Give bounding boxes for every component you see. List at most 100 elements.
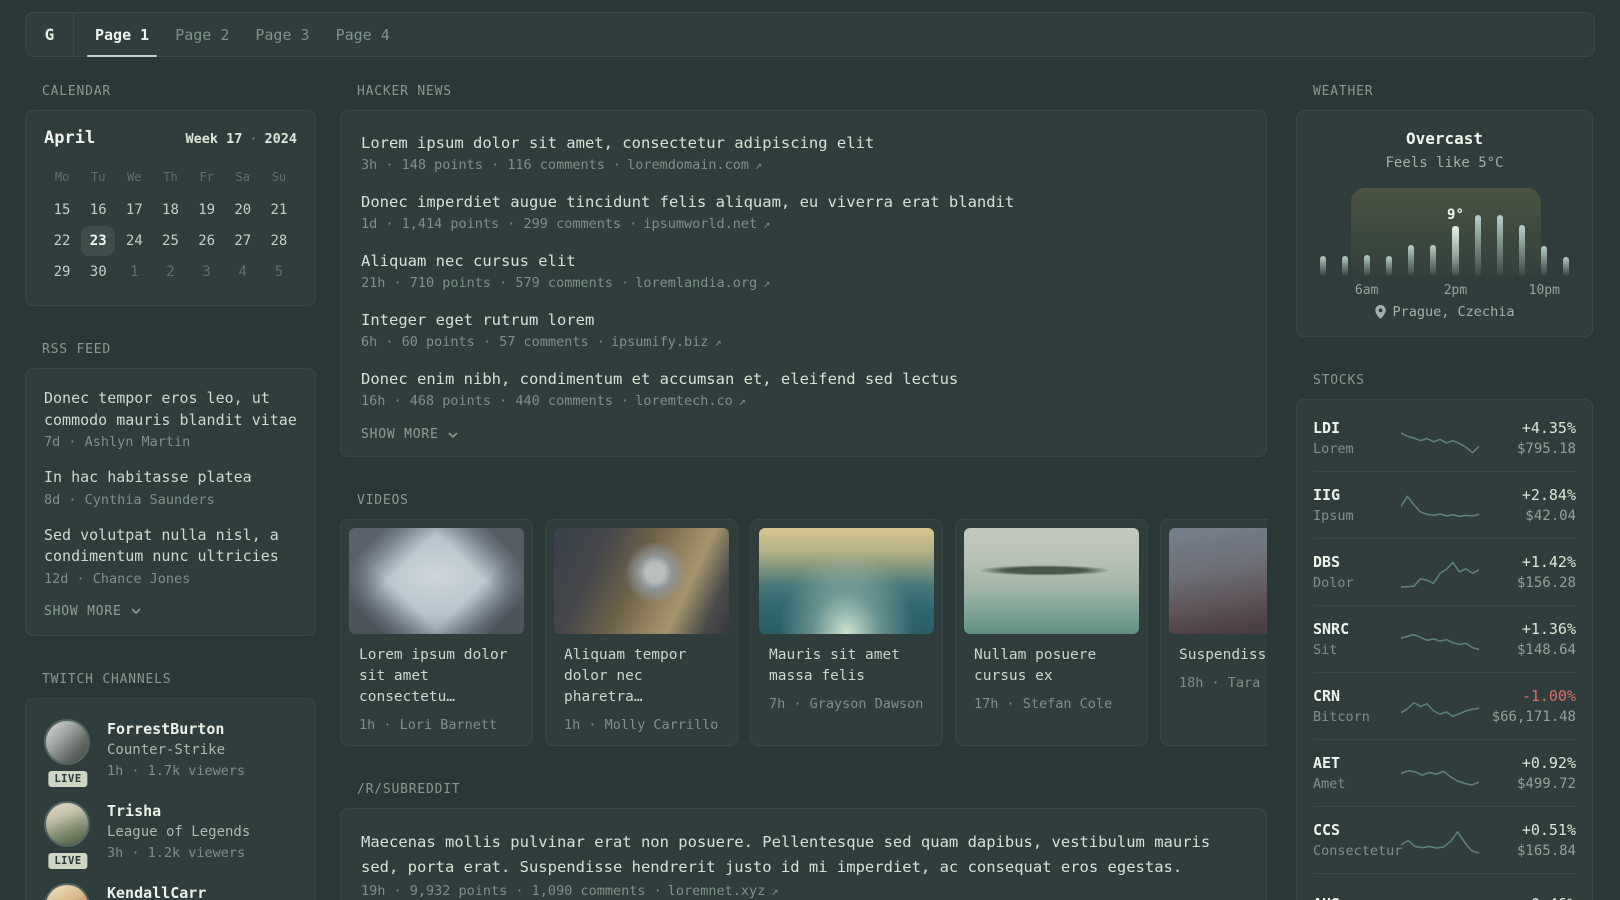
stock-change: +1.42%	[1521, 553, 1576, 571]
video-title: Nullam posuere cursus ex	[974, 647, 1097, 684]
videos-section-title: VIDEOS	[357, 493, 409, 508]
stock-sparkline	[1397, 422, 1483, 456]
twitch-channel-info: Trisha League of Legends 3h · 1.2k viewe…	[107, 801, 250, 863]
subreddit-post-title[interactable]: Maecenas mollis pulvinar erat non posuer…	[361, 830, 1246, 880]
page-tab[interactable]: Page 1	[82, 13, 162, 57]
hackernews-item-domain[interactable]: loremlandia.org	[635, 275, 757, 291]
page-tab[interactable]: Page 4	[323, 13, 403, 56]
rss-item-title[interactable]: Sed volutpat nulla nisl, a condimentum n…	[44, 525, 297, 568]
hackernews-item-meta: 3h · 148 points · 116 comments · loremdo…	[361, 157, 1246, 173]
twitch-channel-meta: 3h · 1.2k viewers	[107, 844, 246, 861]
calendar-day: 5	[261, 256, 297, 287]
live-badge: LIVE	[45, 849, 91, 872]
stock-row[interactable]: AHS +0.46%	[1313, 874, 1576, 900]
stock-row[interactable]: CRN Bitcorn -1.00% $66,171.48	[1313, 673, 1576, 740]
stock-sparkline	[1397, 757, 1483, 791]
calendar-day: 27	[225, 225, 261, 256]
stock-id: LDI Lorem	[1313, 418, 1397, 459]
hackernews-show-more-button[interactable]: SHOW MORE	[361, 427, 1246, 442]
stock-name: Ipsum	[1313, 508, 1354, 524]
twitch-channel-name: ForrestBurton	[107, 719, 225, 738]
rss-item-title[interactable]: In hac habitasse platea	[44, 467, 297, 489]
page-tab[interactable]: Page 2	[162, 13, 242, 56]
video-card[interactable]: Mauris sit amet massa felis 7h · Grayson…	[750, 519, 943, 746]
stock-symbol: IIG	[1313, 486, 1341, 504]
weather-peak-temp: 9°	[1447, 207, 1464, 224]
calendar-day-number: 16	[89, 201, 107, 218]
calendar-day: 15	[44, 194, 80, 225]
topbar: G Page 1 Page 2 Page 3 Page 4	[25, 12, 1595, 57]
twitch-section-title: TWITCH CHANNELS	[42, 671, 172, 687]
dot-separator: ·	[249, 131, 258, 147]
videos-carousel: Lorem ipsum dolor sit amet consectetu… 1…	[340, 519, 1267, 746]
weather-bar	[1385, 256, 1392, 276]
calendar-card: April Week 17 · 2024 Mo Tu We Th Fr Sa S…	[25, 110, 316, 306]
calendar-month: April	[44, 128, 96, 148]
hackernews-section-title: HACKER NEWS	[357, 84, 452, 99]
calendar-weekday: Mo	[54, 170, 70, 184]
weather-section: WEATHER Overcast Feels like 5°C 6am 9° 2…	[1296, 84, 1593, 337]
calendar-day-number: 17	[125, 201, 143, 218]
video-card[interactable]: Lorem ipsum dolor sit amet consectetu… 1…	[340, 519, 533, 746]
hackernews-item-title[interactable]: Donec imperdiet augue tincidunt felis al…	[361, 191, 1246, 213]
stock-row[interactable]: IIG Ipsum +2.84% $42.04	[1313, 472, 1576, 539]
twitch-channel-row[interactable]: LIVE KendallCarr	[44, 882, 297, 900]
stock-price: $66,171.48	[1491, 709, 1576, 725]
twitch-channel-row[interactable]: LIVE Trisha League of Legends 3h · 1.2k …	[44, 800, 297, 872]
stock-name: Dolor	[1313, 575, 1354, 591]
hackernews-item-stats: 3h · 148 points · 116 comments ·	[361, 157, 622, 173]
subreddit-post-domain[interactable]: loremnet.xyz	[668, 883, 766, 899]
rss-item: Sed volutpat nulla nisl, a condimentum n…	[44, 525, 297, 587]
stock-row[interactable]: CCS Consectetur +0.51% $165.84	[1313, 807, 1576, 874]
twitch-channel-category: League of Legends	[107, 823, 251, 840]
hackernews-item-title[interactable]: Donec enim nibh, condimentum et accumsan…	[361, 368, 1246, 390]
twitch-channel-row[interactable]: LIVE ForrestBurton Counter-Strike 1h · 1…	[44, 718, 297, 790]
hackernews-item-domain[interactable]: loremtech.co	[635, 393, 733, 409]
stock-symbol: LDI	[1313, 419, 1341, 437]
show-more-label: SHOW MORE	[44, 603, 122, 619]
app-logo[interactable]: G	[26, 13, 74, 56]
hackernews-item-stats: 16h · 468 points · 440 comments ·	[361, 393, 630, 409]
hackernews-item-domain[interactable]: ipsumworld.net	[643, 216, 757, 232]
stock-row[interactable]: AET Amet +0.92% $499.72	[1313, 740, 1576, 807]
weather-location: Prague, Czechia	[1313, 304, 1576, 320]
hackernews-item-title[interactable]: Lorem ipsum dolor sit amet, consectetur …	[361, 132, 1246, 154]
stock-values: +1.42% $156.28	[1483, 552, 1576, 593]
rss-item-title[interactable]: Donec tempor eros leo, ut commodo mauris…	[44, 388, 297, 431]
twitch-channel-info: ForrestBurton Counter-Strike 1h · 1.7k v…	[107, 719, 245, 781]
stock-row[interactable]: SNRC Sit +1.36% $148.64	[1313, 606, 1576, 673]
videos-section: VIDEOS Lorem ipsum dolor sit amet consec…	[340, 493, 1267, 746]
rss-show-more-button[interactable]: SHOW MORE	[44, 604, 297, 619]
video-title: Mauris sit amet massa felis	[769, 647, 900, 684]
weather-chart: 6am 9° 2pm 10pm	[1319, 188, 1570, 298]
show-more-label: SHOW MORE	[361, 427, 439, 442]
stock-price: $42.04	[1525, 508, 1576, 524]
video-meta: 1h · Lori Barnett	[359, 717, 498, 733]
hackernews-item-title[interactable]: Aliquam nec cursus elit	[361, 250, 1246, 272]
calendar-section-title: CALENDAR	[42, 84, 112, 99]
video-title: Aliquam tempor dolor nec pharetra…	[564, 647, 687, 705]
middle-column: HACKER NEWS Lorem ipsum dolor sit amet, …	[340, 84, 1267, 900]
stock-values: -1.00% $66,171.48	[1483, 686, 1576, 727]
stock-row[interactable]: DBS Dolor +1.42% $156.28	[1313, 539, 1576, 606]
calendar-day: 30	[80, 256, 116, 287]
stock-id: AHS	[1313, 894, 1397, 900]
stock-name: Lorem	[1313, 441, 1354, 457]
page-tab[interactable]: Page 3	[242, 13, 322, 56]
hackernews-item-domain[interactable]: loremdomain.com	[627, 157, 749, 173]
hackernews-card: Lorem ipsum dolor sit amet, consectetur …	[340, 110, 1267, 457]
video-card[interactable]: Nullam posuere cursus ex 17h · Stefan Co…	[955, 519, 1148, 746]
hackernews-item-title[interactable]: Integer eget rutrum lorem	[361, 309, 1246, 331]
twitch-channel-meta: 1h · 1.7k viewers	[107, 762, 246, 779]
calendar-section: CALENDAR April Week 17 · 2024 Mo Tu We T…	[25, 84, 316, 306]
video-card[interactable]: Aliquam tempor dolor nec pharetra… 1h · …	[545, 519, 738, 746]
video-card[interactable]: Suspendisse diam 18h · Tara Ford	[1160, 519, 1267, 746]
stock-row[interactable]: LDI Lorem +4.35% $795.18	[1313, 405, 1576, 472]
video-thumbnail	[964, 528, 1139, 634]
hackernews-item: Integer eget rutrum lorem 6h · 60 points…	[361, 309, 1246, 350]
hackernews-item-domain[interactable]: ipsumify.biz	[611, 334, 709, 350]
subreddit-section-title: /R/SUBREDDIT	[357, 782, 461, 797]
hackernews-item-stats: 6h · 60 points · 57 comments ·	[361, 334, 605, 350]
calendar-weekday: Su	[271, 170, 287, 184]
page-tab-label: Page 4	[335, 25, 390, 44]
